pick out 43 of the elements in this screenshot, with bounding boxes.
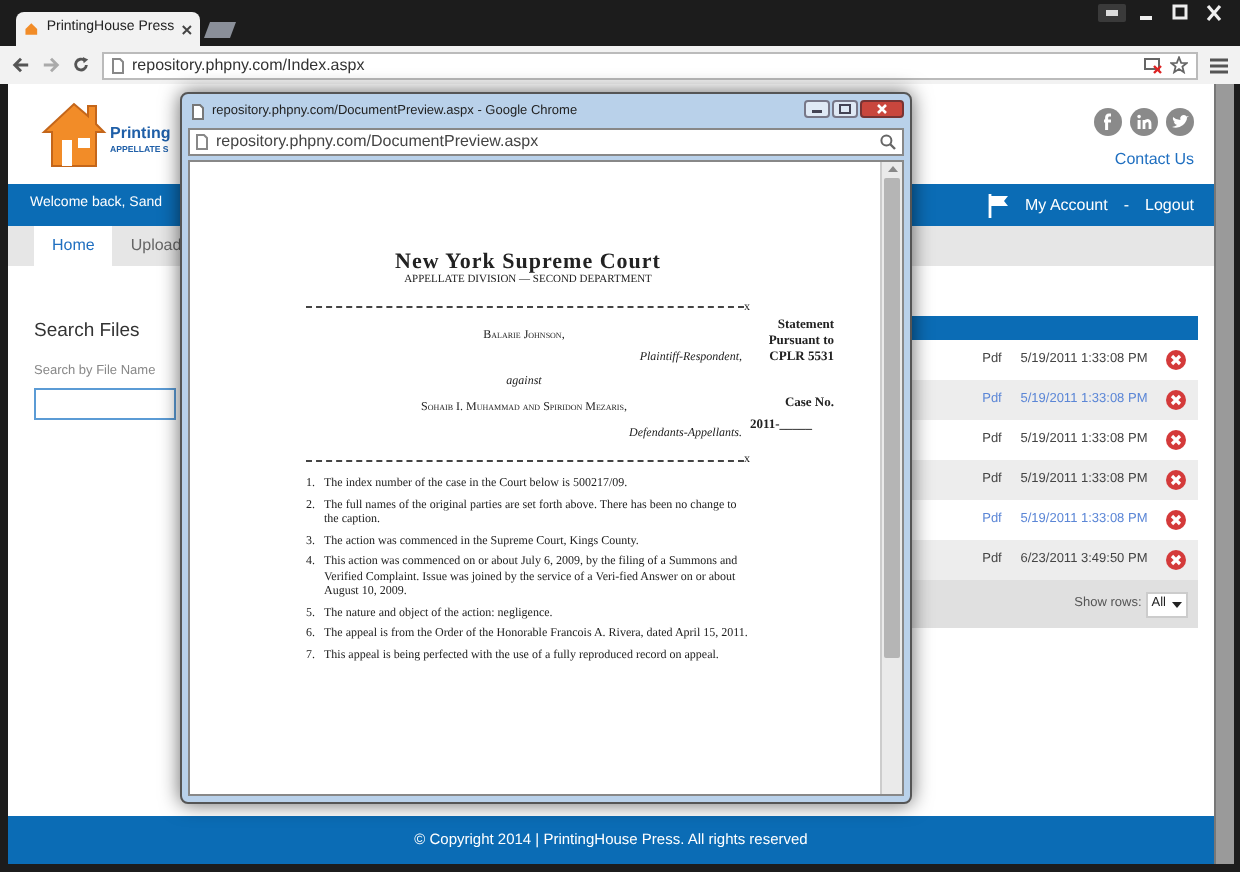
logo-name: Printing <box>110 125 171 142</box>
new-tab-button[interactable] <box>204 22 236 38</box>
search-heading: Search Files <box>34 318 142 346</box>
delete-icon[interactable] <box>1166 350 1186 370</box>
close-icon[interactable] <box>860 99 904 117</box>
page-icon <box>112 57 124 73</box>
flag-icon <box>987 193 1009 217</box>
contact-link[interactable]: Contact Us <box>1114 148 1194 172</box>
house-logo-icon <box>40 98 108 170</box>
back-icon[interactable] <box>12 56 30 74</box>
address-bar[interactable]: repository.phpny.com/Index.aspx <box>102 51 1198 79</box>
window-menu-icon[interactable] <box>1098 4 1126 22</box>
close-icon[interactable] <box>182 23 192 35</box>
scroll-thumb[interactable] <box>884 178 900 658</box>
delete-icon[interactable] <box>1166 470 1186 490</box>
house-icon <box>24 20 39 38</box>
maximize-icon[interactable] <box>832 99 858 117</box>
court-title: New York Supreme Court <box>395 250 661 274</box>
delete-icon[interactable] <box>1166 430 1186 450</box>
social-icon[interactable] <box>1094 108 1122 136</box>
menu-icon[interactable] <box>1210 57 1228 73</box>
search-field[interactable] <box>34 388 176 420</box>
logout-link[interactable]: Logout <box>1145 193 1194 217</box>
nav-tab[interactable]: Home <box>34 226 113 266</box>
scrollbar[interactable] <box>880 162 902 794</box>
reload-icon[interactable] <box>72 56 90 74</box>
account-link[interactable]: My Account <box>1025 193 1108 217</box>
url-text: repository.phpny.com/Index.aspx <box>132 53 367 77</box>
scroll-up-icon[interactable] <box>887 166 897 172</box>
caret-icon <box>1172 601 1182 607</box>
scrollbar[interactable] <box>1214 84 1234 864</box>
social-icon[interactable] <box>1130 108 1158 136</box>
url-text: repository.phpny.com/DocumentPreview.aspx <box>216 130 541 154</box>
star-icon[interactable] <box>1170 56 1188 74</box>
delete-icon[interactable] <box>1166 510 1186 530</box>
search-icon[interactable] <box>880 134 896 150</box>
separator-text: - <box>1123 193 1130 217</box>
popup-address-bar[interactable]: repository.phpny.com/DocumentPreview.aspx <box>188 128 904 156</box>
delete-icon[interactable] <box>1166 550 1186 570</box>
delete-icon[interactable] <box>1166 390 1186 410</box>
blocked-popup-icon[interactable] <box>1144 57 1162 73</box>
bird-icon[interactable] <box>1166 108 1194 136</box>
minimize-icon[interactable] <box>804 99 830 117</box>
